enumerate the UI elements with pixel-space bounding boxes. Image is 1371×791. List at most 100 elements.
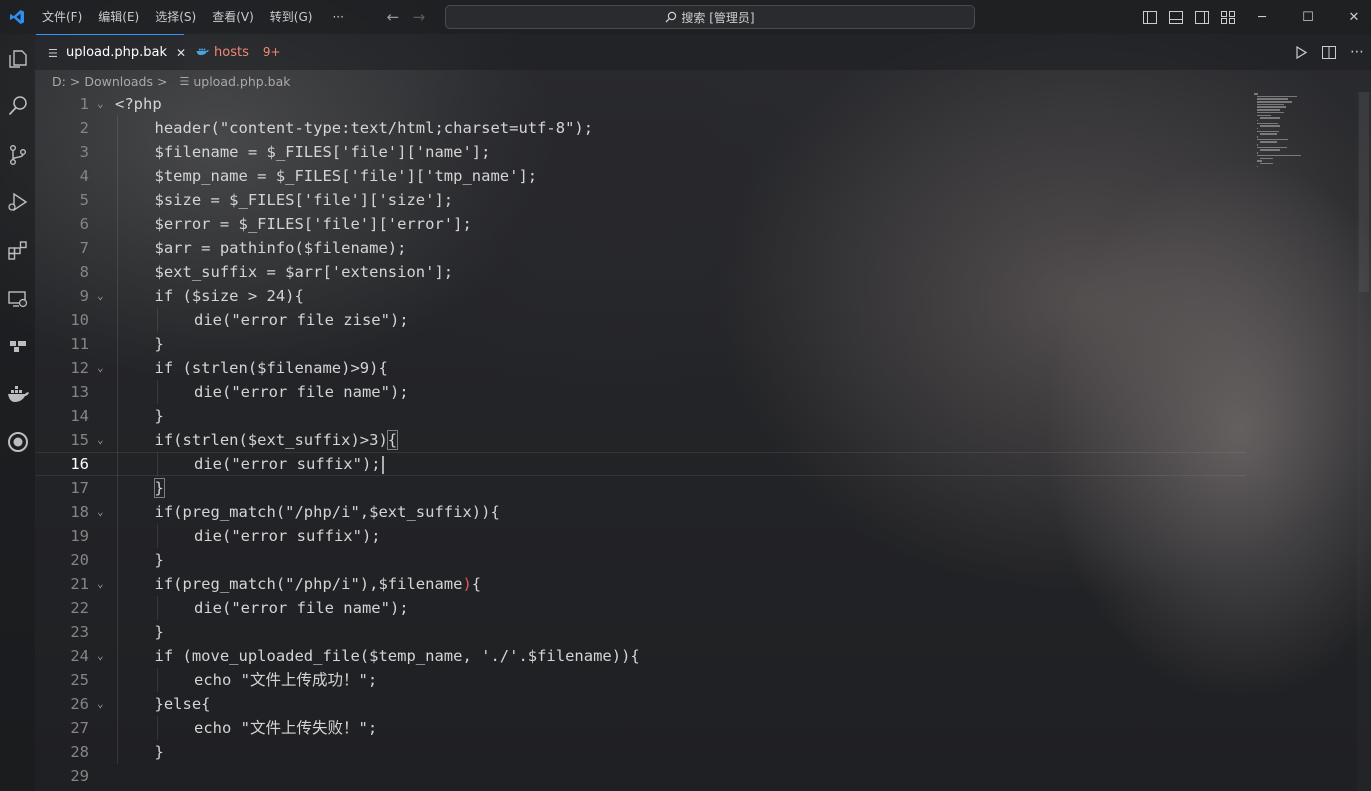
code-token: <?php	[115, 95, 162, 113]
fold-chevron-icon[interactable]: ⌄	[97, 644, 104, 668]
code-line[interactable]: 13 die("error file name");	[35, 380, 1245, 404]
line-number: 25	[70, 671, 89, 689]
minimap-line	[1257, 144, 1258, 146]
minimize-icon[interactable]: ─	[1239, 0, 1285, 34]
code-line[interactable]: 18 ⌄ if(preg_match("/php/i",$ext_suffix)){	[35, 500, 1245, 524]
code-editor[interactable]: 1 ⌄ <?php 2 header("content-type:text/html;c…	[35, 92, 1245, 788]
git-graph-icon[interactable]	[0, 328, 35, 364]
code-line[interactable]: 14}	[35, 404, 1245, 428]
code-line[interactable]: 12 ⌄ if (strlen($filename)>9){	[35, 356, 1245, 380]
unmatched-bracket: )	[462, 575, 472, 593]
menu-item[interactable]: 查看(V)	[204, 0, 262, 34]
code-text: die("error file name");	[194, 380, 409, 404]
code-line[interactable]: 1 ⌄ <?php	[35, 92, 1245, 116]
code-line[interactable]: 11}	[35, 332, 1245, 356]
vscode-logo-icon	[0, 0, 34, 34]
maximize-icon[interactable]: ☐	[1285, 0, 1331, 34]
code-line[interactable]: 27 echo "文件上传失败！";	[35, 716, 1245, 740]
toggle-secondary-sidebar-icon[interactable]	[1189, 0, 1215, 34]
fold-chevron-icon[interactable]: ⌄	[97, 692, 104, 716]
command-center-search[interactable]: 搜索 [管理员]	[445, 5, 975, 29]
github-icon[interactable]	[0, 424, 35, 460]
code-token: die("error file name");	[194, 383, 409, 401]
breadcrumb-file[interactable]: upload.php.bak	[193, 74, 290, 89]
indent-guide	[117, 284, 118, 308]
code-line[interactable]: 10 die("error file zise");	[35, 308, 1245, 332]
extensions-icon[interactable]	[0, 232, 35, 268]
more-actions-icon[interactable]: ⋯	[1343, 35, 1371, 69]
line-number: 18	[70, 503, 89, 521]
menu-item[interactable]: 文件(F)	[34, 0, 90, 34]
code-line[interactable]: 21 ⌄ if(preg_match("/php/i"),$filename){	[35, 572, 1245, 596]
minimap-line	[1257, 101, 1292, 103]
close-window-icon[interactable]: ✕	[1331, 0, 1371, 34]
menu-item[interactable]: 选择(S)	[147, 0, 204, 34]
fold-chevron-icon[interactable]: ⌄	[97, 572, 104, 596]
code-line[interactable]: 8 $ext_suffix = $arr['extension'];	[35, 260, 1245, 284]
source-control-icon[interactable]	[0, 137, 35, 173]
code-line[interactable]: 19 die("error suffix");	[35, 524, 1245, 548]
search-icon[interactable]	[0, 88, 35, 124]
code-line[interactable]: 9 ⌄ if ($size > 24){	[35, 284, 1245, 308]
fold-chevron-icon[interactable]: ⌄	[97, 284, 104, 308]
code-line[interactable]: 3 $filename = $_FILES['file']['name'];	[35, 140, 1245, 164]
split-editor-icon[interactable]	[1315, 35, 1343, 69]
line-number: 17	[70, 479, 89, 497]
docker-icon[interactable]	[0, 376, 35, 412]
editor-tab-bar: ☰ upload.php.bak ✕ hosts 9+ ⋯	[35, 34, 1371, 70]
code-line[interactable]: 16 die("error suffix");	[35, 452, 1245, 476]
breadcrumb: D: > Downloads > ☰ upload.php.bak	[52, 70, 291, 92]
code-line[interactable]: 15 ⌄ if(strlen($ext_suffix)>3){	[35, 428, 1245, 452]
code-line[interactable]: 17}	[35, 476, 1245, 500]
menu-item[interactable]: 转到(G)	[262, 0, 321, 34]
fold-chevron-icon[interactable]: ⌄	[97, 92, 104, 116]
toggle-panel-icon[interactable]	[1163, 0, 1189, 34]
forward-arrow-icon[interactable]: →	[406, 8, 432, 26]
indent-guide	[117, 188, 118, 212]
remote-explorer-icon[interactable]	[0, 281, 35, 317]
code-line[interactable]: 20}	[35, 548, 1245, 572]
more-menu-icon[interactable]: ···	[324, 0, 351, 34]
line-number: 22	[70, 599, 89, 617]
code-line[interactable]: 29	[35, 764, 1245, 788]
code-token: $filename = $_FILES['file']['name'];	[154, 143, 491, 161]
menu-item[interactable]: 编辑(E)	[90, 0, 147, 34]
code-token: if(preg_match("/php/i"),$filename	[154, 575, 463, 593]
code-line[interactable]: 2 header("content-type:text/html;charset=…	[35, 116, 1245, 140]
explorer-icon[interactable]	[0, 41, 35, 77]
toggle-primary-sidebar-icon[interactable]	[1137, 0, 1163, 34]
breadcrumb-folder[interactable]: Downloads	[84, 74, 153, 89]
fold-chevron-icon[interactable]: ⌄	[97, 428, 104, 452]
code-line[interactable]: 25 echo "文件上传成功！";	[35, 668, 1245, 692]
code-text: $size = $_FILES['file']['size'];	[155, 188, 454, 212]
scrollbar-thumb[interactable]	[1359, 92, 1369, 292]
code-line[interactable]: 6 $error = $_FILES['file']['error'];	[35, 212, 1245, 236]
back-arrow-icon[interactable]: ←	[380, 8, 406, 26]
fold-chevron-icon[interactable]: ⌄	[97, 356, 104, 380]
minimap[interactable]	[1254, 93, 1306, 168]
code-line[interactable]: 23}	[35, 620, 1245, 644]
tab-label: hosts	[214, 44, 249, 60]
line-number: 13	[70, 383, 89, 401]
window-controls: ─ ☐ ✕	[1239, 0, 1371, 34]
code-line[interactable]: 5 $size = $_FILES['file']['size'];	[35, 188, 1245, 212]
fold-chevron-icon[interactable]: ⌄	[97, 500, 104, 524]
code-line[interactable]: 28}	[35, 740, 1245, 764]
code-line[interactable]: 4 $temp_name = $_FILES['file']['tmp_name'…	[35, 164, 1245, 188]
code-line[interactable]: 22 die("error file name");	[35, 596, 1245, 620]
tab-upload-php-bak[interactable]: ☰ upload.php.bak ✕	[36, 34, 186, 70]
tab-hosts[interactable]: hosts 9+	[184, 34, 334, 70]
code-text: }	[155, 740, 164, 764]
run-icon[interactable]	[1287, 35, 1315, 69]
code-line[interactable]: 7 $arr = pathinfo($filename);	[35, 236, 1245, 260]
code-token: $temp_name = $_FILES['file']['tmp_name']…	[154, 167, 538, 185]
code-line[interactable]: 24 ⌄ if (move_uploaded_file($temp_name, '.…	[35, 644, 1245, 668]
code-token: {	[471, 575, 482, 593]
indent-guide	[117, 452, 118, 476]
customize-layout-icon[interactable]	[1215, 0, 1241, 34]
breadcrumb-drive[interactable]: D:	[52, 74, 66, 89]
activity-bar	[0, 34, 35, 791]
code-line[interactable]: 26 ⌄}else{	[35, 692, 1245, 716]
title-bar: 文件(F) 编辑(E) 选择(S) 查看(V) 转到(G) ··· ← → 搜索 [管理…	[0, 0, 1371, 34]
run-debug-icon[interactable]	[0, 184, 35, 220]
